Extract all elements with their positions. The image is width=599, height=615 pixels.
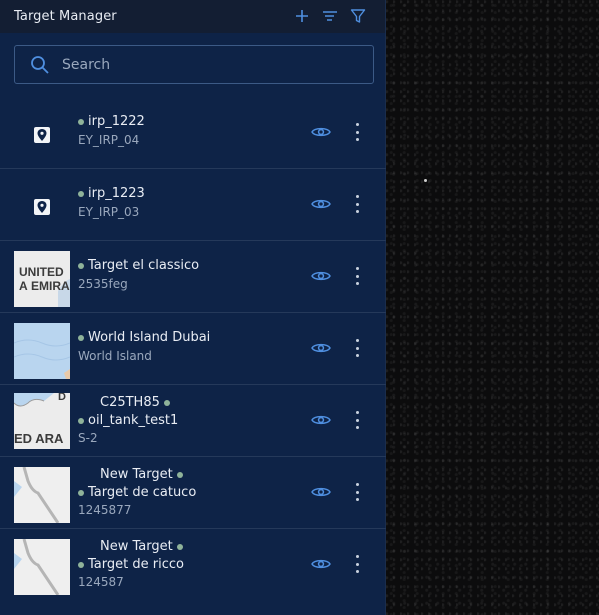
- eye-icon[interactable]: [311, 269, 331, 283]
- eye-icon[interactable]: [311, 125, 331, 139]
- status-dot: [78, 561, 84, 568]
- more-options-icon[interactable]: [352, 123, 362, 141]
- target-info: World Island Dubai World Island: [78, 330, 210, 363]
- target-thumbnail: UNITED A EMIRA: [14, 251, 70, 307]
- imagery-bright-spot: [424, 179, 427, 182]
- target-info: irp_1222 EY_IRP_04: [78, 114, 145, 147]
- target-prefix: C25TH85: [100, 395, 160, 410]
- target-name: irp_1223: [88, 186, 145, 201]
- target-subtitle: 2535feg: [78, 277, 128, 291]
- target-row[interactable]: ED ARA D C25TH85 oil_tank_test1 S-2: [0, 385, 386, 457]
- map-thumbnail-island: [14, 323, 70, 379]
- status-dot: [78, 190, 84, 197]
- map-thumbnail-road: [14, 467, 70, 523]
- eye-icon[interactable]: [311, 341, 331, 355]
- search-input[interactable]: [60, 55, 373, 74]
- target-thumbnail: [14, 323, 70, 379]
- panel-title: Target Manager: [14, 9, 117, 24]
- panel-header: Target Manager: [0, 0, 385, 33]
- map-thumbnail-uae: UNITED A EMIRA: [14, 251, 70, 307]
- target-thumbnail: [14, 467, 70, 523]
- more-options-icon[interactable]: [352, 267, 362, 285]
- more-options-icon[interactable]: [352, 195, 362, 213]
- target-prefix: New Target: [100, 467, 173, 482]
- target-row[interactable]: irp_1223 EY_IRP_03: [0, 169, 386, 241]
- target-row[interactable]: New Target Target de ricco 124587: [0, 529, 386, 601]
- eye-icon[interactable]: [311, 197, 331, 211]
- map-label: D: [58, 393, 66, 403]
- status-dot: [78, 489, 84, 496]
- status-dot: [78, 118, 84, 125]
- map-thumbnail-road: [14, 539, 70, 595]
- header-actions: [293, 7, 367, 25]
- eye-icon[interactable]: [311, 557, 331, 571]
- more-options-icon[interactable]: [352, 555, 362, 573]
- search-box: [14, 45, 374, 84]
- map-label: ED ARA: [14, 431, 64, 446]
- target-subtitle: S-2: [78, 431, 98, 445]
- target-subtitle: EY_IRP_04: [78, 133, 140, 147]
- target-row[interactable]: World Island Dubai World Island: [0, 313, 386, 385]
- target-name: Target de ricco: [88, 557, 184, 572]
- status-dot: [78, 334, 84, 341]
- location-pin-icon: [34, 127, 50, 143]
- target-info: New Target Target de ricco 124587: [78, 539, 187, 589]
- target-name: oil_tank_test1: [88, 413, 179, 428]
- target-info: Target el classico 2535feg: [78, 258, 199, 291]
- target-subtitle: 1245877: [78, 503, 132, 517]
- target-row[interactable]: New Target Target de catuco 1245877: [0, 457, 386, 529]
- more-options-icon[interactable]: [352, 411, 362, 429]
- target-name: irp_1222: [88, 114, 145, 129]
- target-manager-panel: Target Manager Search irp_1222 EY_IRP_04…: [0, 0, 386, 615]
- eye-icon[interactable]: [311, 485, 331, 499]
- target-prefix: New Target: [100, 539, 173, 554]
- target-thumbnail: [14, 539, 70, 595]
- target-name: World Island Dubai: [88, 330, 211, 345]
- status-dot: [176, 543, 183, 550]
- eye-icon[interactable]: [311, 413, 331, 427]
- status-dot: [176, 471, 183, 478]
- target-info: C25TH85 oil_tank_test1 S-2: [78, 395, 178, 445]
- target-info: irp_1223 EY_IRP_03: [78, 186, 145, 219]
- status-dot: [78, 262, 84, 269]
- status-dot: [78, 417, 84, 424]
- target-name: Target el classico: [88, 258, 200, 273]
- search-icon: [31, 55, 49, 74]
- target-info: New Target Target de catuco 1245877: [78, 467, 196, 517]
- target-subtitle: EY_IRP_03: [78, 205, 140, 219]
- satellite-imagery-background[interactable]: [386, 0, 599, 615]
- target-list: irp_1222 EY_IRP_04 irp_1223 EY_IRP_03 UN…: [0, 97, 386, 601]
- location-pin-icon: [34, 199, 50, 215]
- target-row[interactable]: UNITED A EMIRA Target el classico 2535fe…: [0, 241, 386, 313]
- target-thumbnail: [14, 179, 70, 235]
- sort-icon[interactable]: [321, 7, 339, 25]
- target-thumbnail: ED ARA D: [14, 393, 70, 449]
- map-label: EMIRA: [31, 279, 70, 293]
- filter-icon[interactable]: [349, 7, 367, 25]
- target-name: Target de catuco: [88, 485, 197, 500]
- map-thumbnail-arab: ED ARA D: [14, 393, 70, 449]
- target-thumbnail: [14, 107, 70, 163]
- target-row[interactable]: irp_1222 EY_IRP_04: [0, 97, 386, 169]
- more-options-icon[interactable]: [352, 483, 362, 501]
- status-dot: [163, 399, 170, 406]
- target-subtitle: World Island: [78, 349, 152, 363]
- more-options-icon[interactable]: [352, 339, 362, 357]
- target-subtitle: 124587: [78, 575, 124, 589]
- plus-icon[interactable]: [293, 7, 311, 25]
